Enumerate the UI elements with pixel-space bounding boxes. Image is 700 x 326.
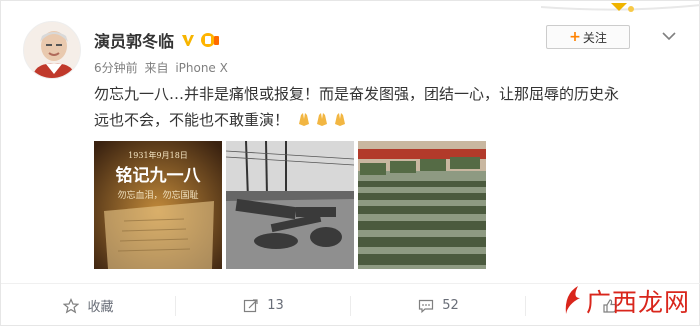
image-subtitle: 勿忘血泪，勿忘国耻 bbox=[117, 189, 198, 201]
follow-label: 关注 bbox=[582, 30, 607, 45]
post-text-line-2-wrap: 远也不会，不能也不敢重演！ bbox=[94, 107, 684, 133]
post-text-line-2: 远也不会，不能也不敢重演！ bbox=[94, 111, 290, 129]
comment-button[interactable]: 52 bbox=[351, 284, 526, 326]
watermark-logo-icon bbox=[565, 286, 580, 314]
watermark-text: 广西龙网 bbox=[586, 288, 691, 317]
repost-count: 13 bbox=[267, 298, 284, 313]
image-thumbnail-918[interactable]: 1931年9月18日 铭记九一八 勿忘血泪，勿忘国耻 bbox=[94, 141, 222, 269]
post-source: iPhone X bbox=[175, 61, 228, 75]
post-text-line-1: 勿忘九一八…并非是痛恨或报复！而是奋发图强，团结一心，让那屈辱的历史永 bbox=[94, 85, 620, 103]
source-prefix: 来自 bbox=[144, 61, 169, 75]
praying-hands-icon bbox=[334, 113, 345, 126]
favorite-button[interactable]: 收藏 bbox=[1, 284, 176, 326]
comment-icon bbox=[419, 299, 434, 313]
chevron-down-icon[interactable] bbox=[661, 29, 677, 43]
image-thumbnail-railway[interactable] bbox=[226, 141, 354, 269]
header-decoration bbox=[541, 3, 700, 12]
author-row: 演员郭冬临 bbox=[94, 29, 220, 51]
author-name[interactable]: 演员郭冬临 bbox=[94, 28, 174, 52]
member-level-icon bbox=[201, 33, 220, 47]
repost-button[interactable]: 13 bbox=[176, 284, 351, 326]
post-meta: 6分钟前 来自 iPhone X bbox=[94, 59, 231, 76]
verified-icon bbox=[182, 35, 195, 46]
praying-hands-icon bbox=[298, 113, 309, 126]
star-icon bbox=[63, 297, 80, 313]
author-avatar[interactable] bbox=[23, 21, 81, 79]
watermark: 广西龙网 bbox=[558, 277, 700, 325]
praying-hands-icon bbox=[316, 113, 327, 126]
image-gallery: 1931年9月18日 铭记九一八 勿忘血泪，勿忘国耻 bbox=[94, 141, 486, 269]
post-time[interactable]: 6分钟前 bbox=[94, 61, 138, 75]
weibo-post-card: 演员郭冬临 6分钟前 来自 iPhone X + 关注 勿忘九一八…并非是痛恨或… bbox=[0, 0, 700, 326]
plus-icon: + bbox=[569, 29, 581, 45]
post-text: 勿忘九一八…并非是痛恨或报复！而是奋发图强，团结一心，让那屈辱的历史永 远也不会… bbox=[94, 81, 684, 133]
image-thumbnail-parade[interactable] bbox=[358, 141, 486, 269]
repost-icon bbox=[244, 298, 258, 312]
follow-button[interactable]: + 关注 bbox=[546, 25, 630, 49]
favorite-label: 收藏 bbox=[87, 300, 114, 315]
image-title: 铭记九一八 bbox=[116, 165, 202, 186]
comment-count: 52 bbox=[442, 298, 459, 313]
image-date: 1931年9月18日 bbox=[128, 150, 188, 160]
